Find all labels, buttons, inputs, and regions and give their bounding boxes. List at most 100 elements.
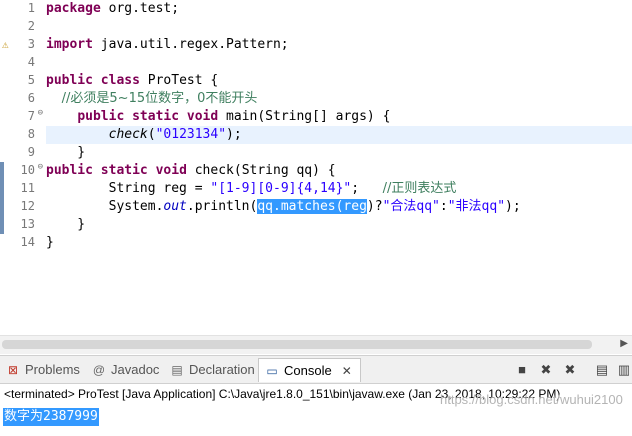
fold-collapse-icon[interactable]: ⊖	[38, 162, 43, 172]
view-tab-bar: ⊠ Problems @ Javadoc ▤ Declaration ▭ Console…	[0, 356, 632, 384]
tab-label: Console	[284, 363, 332, 379]
code-token: "0123134"	[155, 127, 227, 142]
line-number: 9	[27, 145, 35, 159]
code-line-8[interactable]: check("0123134");	[46, 126, 632, 144]
code-token: class	[100, 73, 140, 88]
lightbulb-warning-icon[interactable]: ⚠	[2, 38, 9, 51]
code-token: }	[46, 217, 86, 232]
code-token: import	[46, 37, 93, 52]
code-line-3[interactable]: import java.util.regex.Pattern;	[46, 36, 632, 54]
line-number: 12	[20, 199, 35, 213]
code-token: .println(	[186, 199, 258, 214]
code-line-11[interactable]: String reg = "[1-9][0-9]{4,14}"; //正则表达式	[46, 180, 632, 198]
code-line-10[interactable]: public static void check(String qq) {	[46, 162, 632, 180]
code-token: public	[77, 109, 125, 124]
change-marker	[0, 162, 4, 180]
code-token: check(String qq) {	[186, 163, 336, 178]
code-token: (	[147, 127, 156, 142]
gutter-line: 8	[0, 126, 44, 144]
code-token: "合法qq"	[382, 199, 440, 214]
console-icon: ▭	[266, 363, 278, 378]
code-line-9[interactable]: }	[46, 144, 632, 162]
change-marker	[0, 180, 4, 198]
line-number: 7	[27, 109, 35, 123]
problems-icon: ⊠	[7, 362, 19, 377]
code-line-6[interactable]: //必须是5~15位数字，0不能开头	[46, 90, 632, 108]
code-line-5[interactable]: public class ProTest {	[46, 72, 632, 90]
tab-console[interactable]: ▭ Console ✕	[258, 358, 361, 382]
code-token: "[1-9][0-9]{4,14}"	[210, 181, 352, 196]
gutter-line: 7 ⊖	[0, 108, 44, 126]
code-token: out	[163, 199, 187, 214]
code-token: static	[100, 163, 148, 178]
code-line-13[interactable]: }	[46, 216, 632, 234]
code-line-2[interactable]	[46, 18, 632, 36]
line-number-gutter: 1 2 ⚠ 3 4 5 6 7 ⊖ 8 9 10 ⊖ 11 12 13 14	[0, 0, 44, 335]
code-token: System.	[46, 199, 164, 214]
code-token: static	[132, 109, 180, 124]
tab-label: Javadoc	[111, 362, 160, 378]
code-token: ;	[351, 181, 383, 196]
scroll-lock-icon[interactable]: ▥	[616, 362, 632, 378]
gutter-line: 5	[0, 72, 44, 90]
code-line-7[interactable]: public static void main(String[] args) {	[46, 108, 632, 126]
close-icon[interactable]: ✕	[342, 364, 352, 378]
gutter-line: 11	[0, 180, 44, 198]
tab-problems[interactable]: ⊠ Problems	[6, 361, 80, 381]
line-number: 13	[20, 217, 35, 231]
remove-launch-icon[interactable]: ✖	[538, 362, 554, 378]
code-token: void	[186, 109, 219, 124]
code-token: String reg =	[46, 181, 211, 196]
code-line-12[interactable]: System.out.println(qq.matches(reg)?"合法qq…	[46, 198, 632, 216]
code-area[interactable]: package org.test; import java.util.regex.…	[46, 0, 632, 335]
code-line-4[interactable]	[46, 54, 632, 72]
code-token: org.test;	[100, 1, 180, 16]
line-number: 3	[27, 37, 35, 51]
remove-all-icon[interactable]: ✖	[562, 362, 578, 378]
code-token: check	[108, 127, 148, 142]
gutter-line: 4	[0, 54, 44, 72]
code-token: java.util.regex.Pattern;	[92, 37, 289, 52]
fold-collapse-icon[interactable]: ⊖	[38, 108, 43, 118]
clear-console-icon[interactable]: ▤	[594, 362, 610, 378]
line-number: 8	[27, 127, 35, 141]
line-number: 5	[27, 73, 35, 87]
line-number: 11	[20, 181, 35, 195]
code-token: public	[46, 163, 93, 178]
code-token: )?	[366, 199, 383, 214]
gutter-line: 14	[0, 234, 44, 252]
code-line-1[interactable]: package org.test;	[46, 0, 632, 18]
line-number: 1	[27, 1, 35, 15]
console-output[interactable]: 数字为2387999	[3, 408, 99, 426]
gutter-line: ⚠ 3	[0, 36, 44, 54]
line-number: 14	[20, 235, 35, 249]
scrollbar-thumb[interactable]	[2, 340, 592, 349]
javadoc-icon: @	[92, 362, 106, 377]
line-number: 6	[27, 91, 35, 105]
code-token: //正则表达式	[382, 181, 457, 196]
console-panel: ⊠ Problems @ Javadoc ▤ Declaration ▭ Console…	[0, 355, 632, 436]
tab-javadoc[interactable]: @ Javadoc	[92, 361, 160, 381]
code-token: //必须是5~15位数字，0不能开头	[61, 91, 258, 106]
code-line-14[interactable]: }	[46, 234, 632, 252]
gutter-line: 12	[0, 198, 44, 216]
scroll-right-icon[interactable]: ▶	[620, 338, 628, 349]
gutter-line: 10 ⊖	[0, 162, 44, 180]
tab-declaration[interactable]: ▤ Declaration	[170, 361, 254, 381]
horizontal-scrollbar[interactable]: ▶	[0, 335, 632, 354]
code-editor[interactable]: 1 2 ⚠ 3 4 5 6 7 ⊖ 8 9 10 ⊖ 11 12 13 14 pack…	[0, 0, 632, 355]
tab-label: Problems	[25, 362, 80, 378]
code-token: :	[439, 199, 448, 214]
terminate-icon[interactable]: ■	[514, 362, 530, 378]
change-marker	[0, 198, 4, 216]
code-token: }	[46, 145, 86, 160]
change-marker	[0, 216, 4, 234]
gutter-line: 1	[0, 0, 44, 18]
code-token: ProTest {	[139, 73, 219, 88]
declaration-icon: ▤	[171, 362, 183, 377]
code-token: );	[505, 199, 521, 214]
